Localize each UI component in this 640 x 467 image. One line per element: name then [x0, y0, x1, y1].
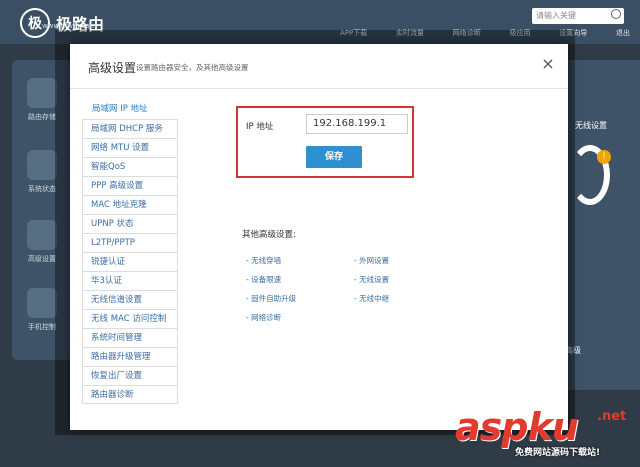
wireless-settings-label[interactable]: 无线设置 [575, 120, 607, 131]
gear-icon [27, 220, 57, 250]
ip-address-input[interactable]: 192.168.199.1 [306, 114, 408, 134]
menu-mtu[interactable]: 网络 MTU 设置 [82, 138, 178, 157]
menu-ruijie-auth[interactable]: 锐捷认证 [82, 252, 178, 271]
menu-ppp[interactable]: PPP 高级设置 [82, 176, 178, 195]
save-button[interactable]: 保存 [306, 146, 362, 168]
logo-sub: www.hiwifi.com [42, 22, 97, 30]
menu-h3c-auth[interactable]: 华3认证 [82, 271, 178, 290]
ip-label: IP 地址 [246, 122, 274, 132]
link-wireless-settings[interactable]: - 无线设置 [354, 274, 389, 285]
right-panel [565, 60, 640, 390]
search-icon[interactable] [611, 9, 621, 19]
link-wall-penetration[interactable]: - 无线穿墙 [246, 255, 281, 266]
topnav-logout[interactable]: 退出 [616, 28, 630, 40]
phone-icon [27, 288, 57, 318]
pulse-icon [27, 150, 57, 180]
link-wireless-repeater[interactable]: - 无线中继 [354, 293, 389, 304]
storage-icon [27, 78, 57, 108]
search-placeholder: 请输入关键 [536, 11, 576, 20]
menu-wireless-channel[interactable]: 无线信道设置 [82, 290, 178, 309]
menu-lan-dhcp[interactable]: 局域网 DHCP 服务 [82, 119, 178, 138]
modal-subtitle: 设置路由器安全，及其他高级设置 [136, 63, 249, 72]
link-network-diagnose[interactable]: - 网络诊断 [246, 312, 281, 323]
watermark-brand: aspku [455, 405, 579, 449]
menu-wireless-mac-acl[interactable]: 无线 MAC 访问控制 [82, 309, 178, 328]
menu-mac-clone[interactable]: MAC 地址克隆 [82, 195, 178, 214]
menu-lan-ip[interactable]: 局域网 IP 地址 [82, 100, 178, 119]
menu-firmware-upgrade[interactable]: 路由器升级管理 [82, 347, 178, 366]
search-input[interactable]: 请输入关键 [532, 8, 624, 24]
settings-menu: 局域网 IP 地址 局域网 DHCP 服务 网络 MTU 设置 智能QoS PP… [82, 100, 178, 404]
menu-factory-reset[interactable]: 恢复出厂设置 [82, 366, 178, 385]
link-wan-settings[interactable]: - 外网设置 [354, 255, 389, 266]
close-icon[interactable]: × [540, 56, 556, 72]
menu-router-diagnose[interactable]: 路由器诊断 [82, 385, 178, 404]
ip-settings-box: IP 地址 192.168.199.1 保存 [236, 106, 414, 178]
advanced-settings-modal: 高级设置 设置路由器安全，及其他高级设置 × 局域网 IP 地址 局域网 DHC… [70, 44, 568, 430]
menu-system-time[interactable]: 系统时间管理 [82, 328, 178, 347]
menu-l2tp-pptp[interactable]: L2TP/PPTP [82, 233, 178, 252]
watermark-tld: .net [597, 409, 627, 424]
menu-upnp[interactable]: UPNP 状态 [82, 214, 178, 233]
watermark-caption: 免费网站源码下载站! [515, 448, 601, 458]
alert-badge: ! [597, 150, 611, 164]
modal-header: 高级设置 设置路由器安全，及其他高级设置 × [70, 44, 568, 89]
menu-qos[interactable]: 智能QoS [82, 157, 178, 176]
link-device-speed-limit[interactable]: - 设备限速 [246, 274, 281, 285]
modal-title: 高级设置 [88, 61, 137, 75]
other-settings-title: 其他高级设置: [242, 230, 296, 240]
link-firmware-self-upgrade[interactable]: - 固件自助升级 [246, 293, 296, 304]
